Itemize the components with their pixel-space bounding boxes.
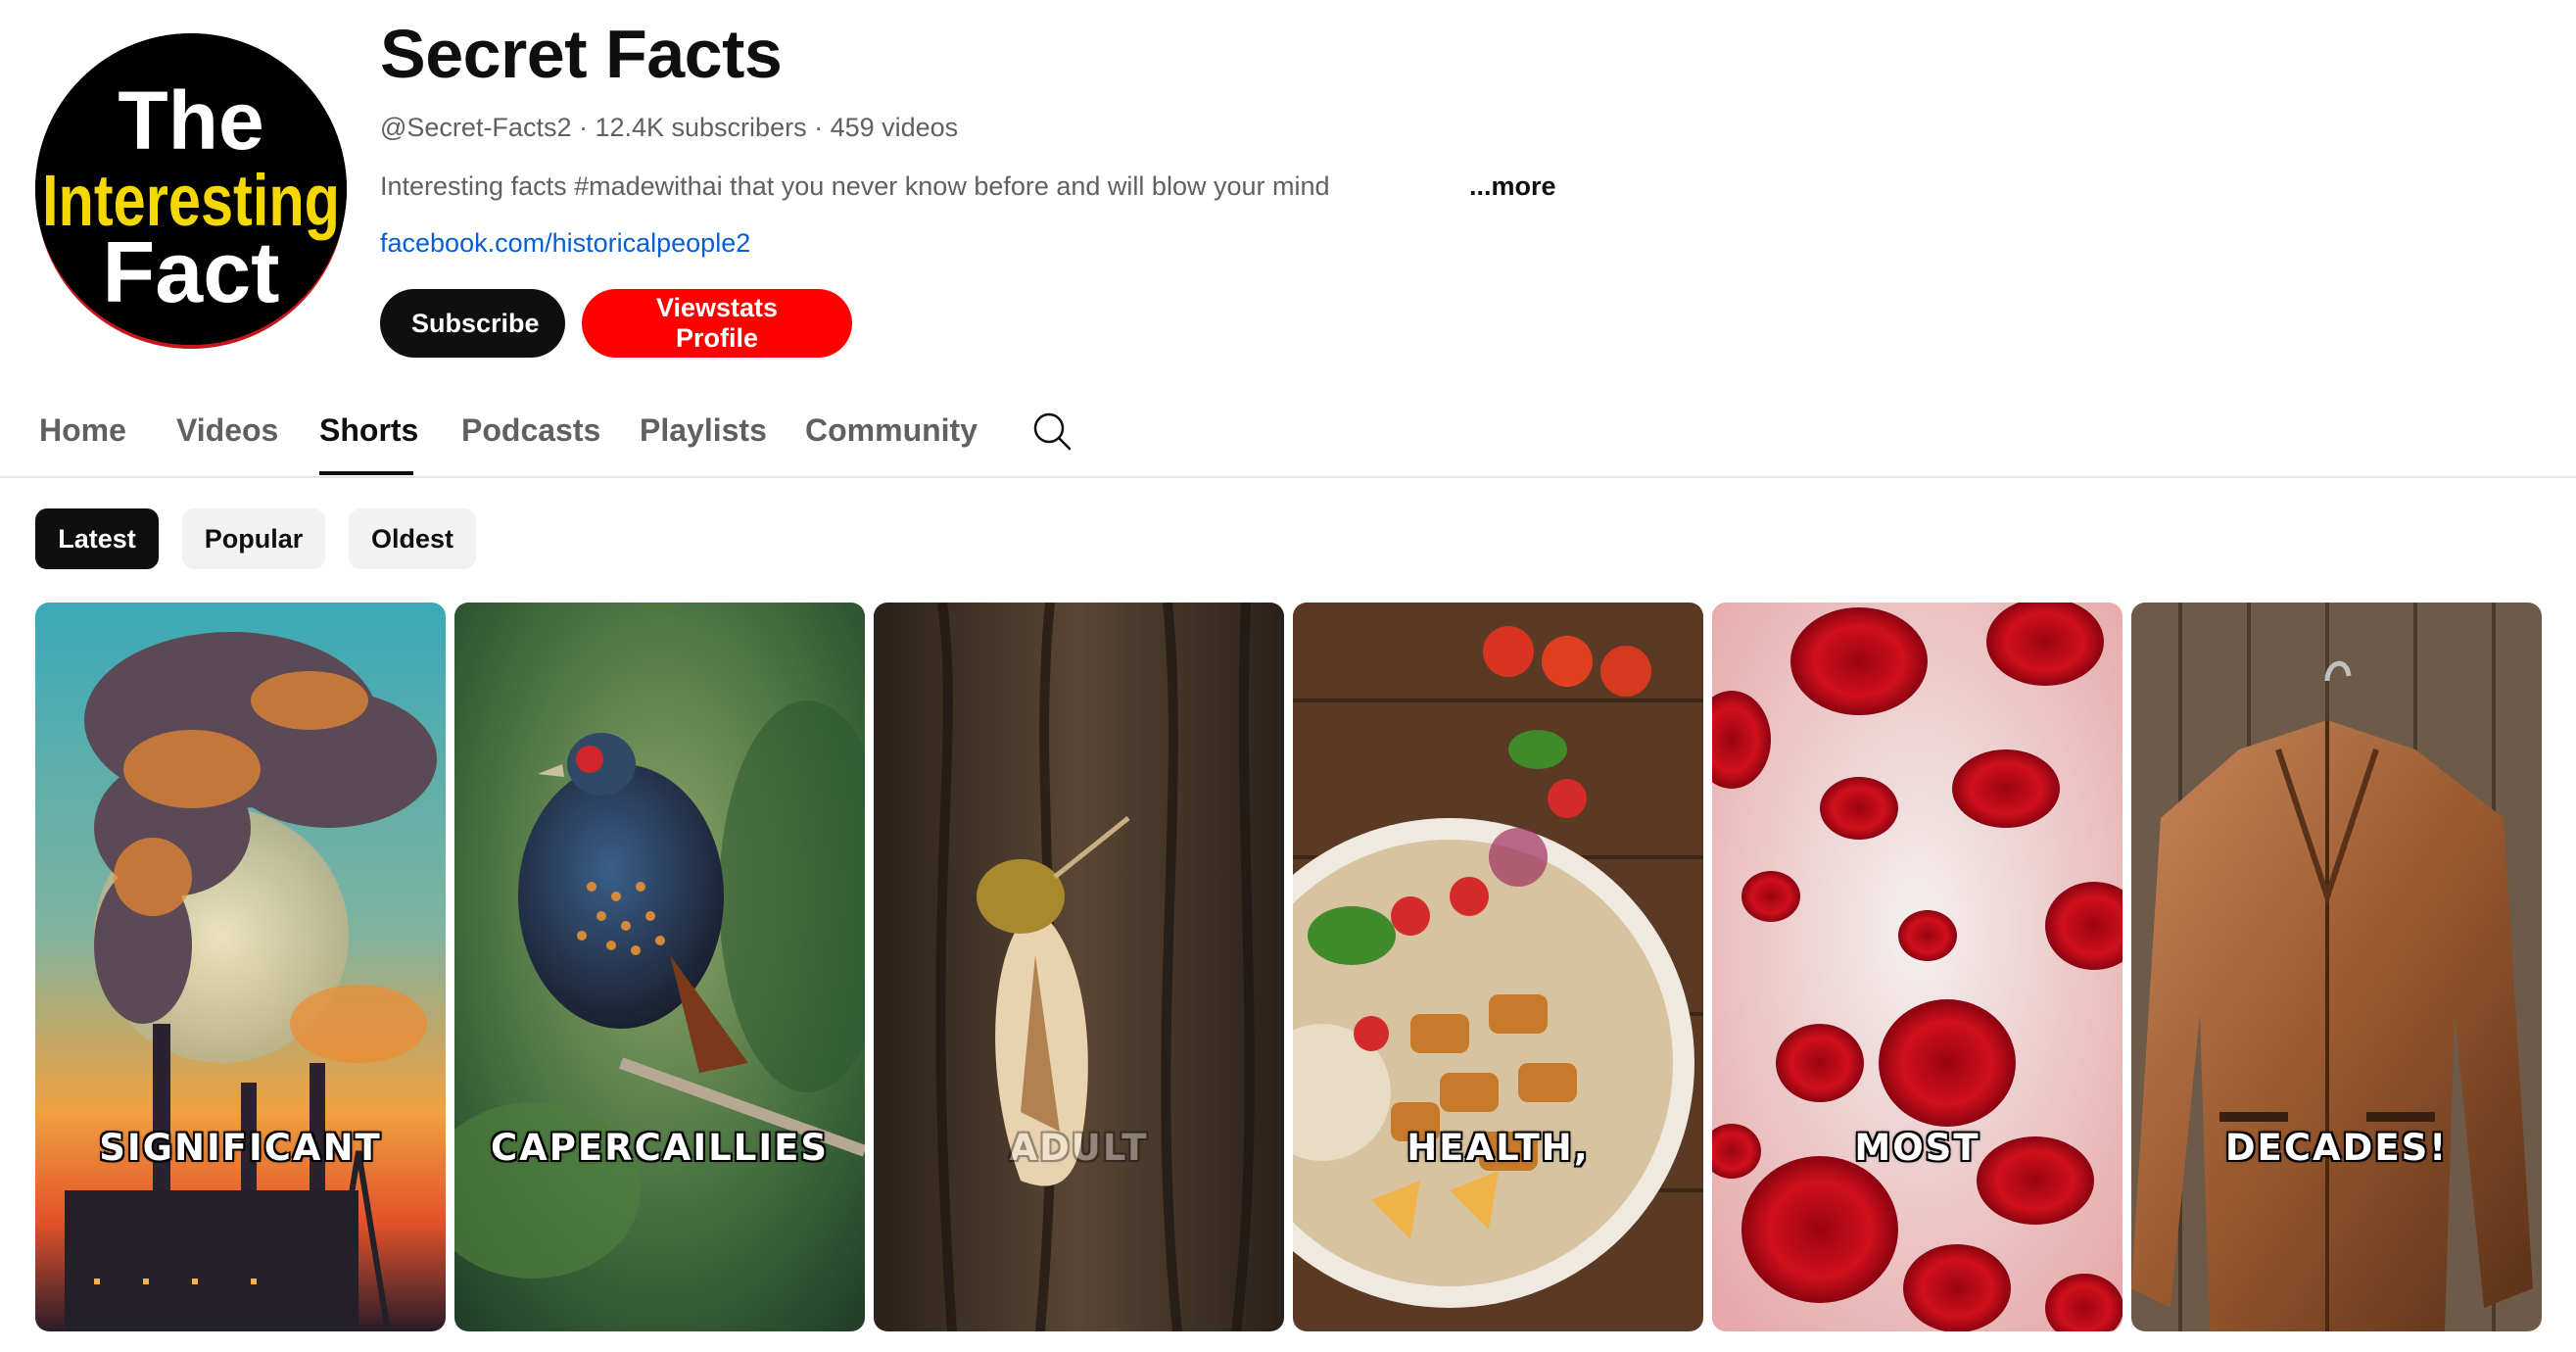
meta-separator: · [806,113,831,142]
filter-popular[interactable]: Popular [182,508,325,569]
tab-playlists[interactable]: Playlists [640,406,767,455]
short-caption: ADULT [1009,1127,1149,1169]
channel-name: Secret Facts [380,16,783,92]
short-thumbnail-bird [454,603,865,1331]
channel-tabs: Home Videos Shorts Podcasts Playlists Co… [0,394,2576,478]
short-card[interactable]: DECADES! [2131,603,2542,1331]
channel-avatar[interactable]: The Interesting Fact [35,33,347,345]
channel-handle: @Secret-Facts2 [380,113,572,142]
short-thumbnail-moth [874,603,1284,1331]
filter-latest[interactable]: Latest [35,508,159,569]
search-icon[interactable] [1030,410,1073,453]
tab-home[interactable]: Home [39,406,126,455]
channel-logo: The Interesting Fact [35,33,347,345]
meta-separator: · [571,113,596,142]
short-thumbnail-food [1293,603,1703,1331]
short-caption: SIGNIFICANT [99,1127,382,1169]
avatar-line-1: The [118,74,263,167]
short-caption: MOST [1854,1127,1980,1169]
short-card[interactable]: SIGNIFICANT [35,603,446,1331]
short-thumbnail-jacket [2131,603,2542,1331]
short-thumbnail-blood-cells [1712,603,2123,1331]
short-card[interactable]: HEALTH, [1293,603,1703,1331]
video-count: 459 videos [830,113,959,142]
channel-external-link[interactable]: facebook.com/historicalpeople2 [380,223,750,263]
channel-description[interactable]: Interesting facts #madewithai that you n… [380,167,1330,206]
channel-meta: @Secret-Facts2 · 12.4K subscribers · 459… [380,108,958,147]
filter-oldest[interactable]: Oldest [349,508,476,569]
short-caption: HEALTH, [1407,1127,1590,1169]
tab-community[interactable]: Community [805,406,978,455]
short-card[interactable]: CAPERCAILLIES [454,603,865,1331]
viewstats-profile-button[interactable]: Viewstats Profile [582,289,852,358]
tab-shorts[interactable]: Shorts [319,406,418,455]
tab-videos[interactable]: Videos [176,406,278,455]
short-caption: CAPERCAILLIES [490,1127,830,1169]
tab-podcasts[interactable]: Podcasts [461,406,600,455]
short-thumbnail-factory [35,603,446,1331]
active-tab-indicator [319,471,413,475]
subscriber-count: 12.4K subscribers [595,113,807,142]
short-card[interactable]: MOST [1712,603,2123,1331]
short-caption: DECADES! [2224,1127,2449,1169]
more-link[interactable]: ...more [1469,167,1556,206]
short-card[interactable]: ADULT [874,603,1284,1331]
avatar-line-3: Fact [103,223,280,320]
subscribe-button[interactable]: Subscribe [380,289,565,358]
